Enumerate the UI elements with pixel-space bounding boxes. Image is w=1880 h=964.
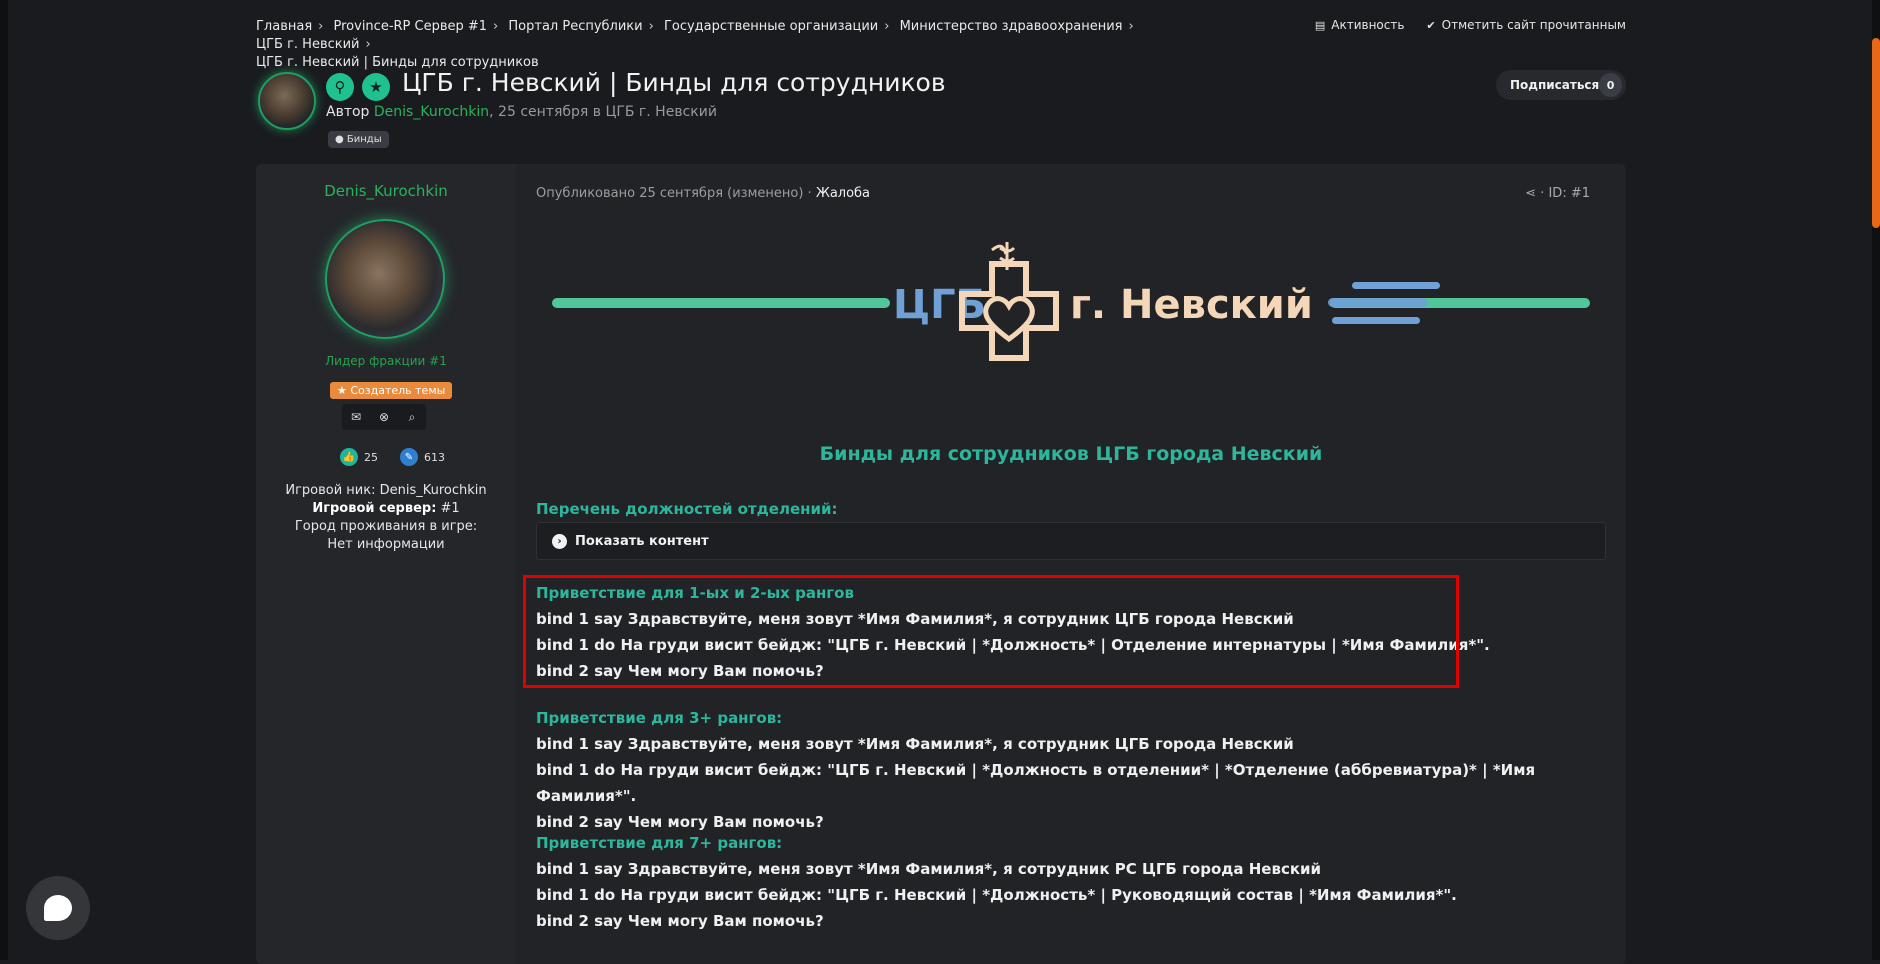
search-icon[interactable]: ⌕ <box>398 404 426 430</box>
check-icon: ✔ <box>1426 19 1436 32</box>
author-stats: 👍 25 ✎ 613 <box>340 448 445 466</box>
author-rank: Лидер фракции #1 <box>325 354 447 368</box>
breadcrumb-server[interactable]: Province-RP Сервер #1 <box>334 19 488 34</box>
creator-label: Создатель темы <box>350 384 446 397</box>
likes-count: 25 <box>364 450 378 464</box>
bind-line: bind 2 say Чем могу Вам помочь? <box>536 912 824 930</box>
chevron-right-icon: › <box>318 19 324 34</box>
breadcrumb-home[interactable]: Главная <box>256 19 312 34</box>
logo-text-left: ЦГБ <box>893 282 986 328</box>
subscribe-count: 0 <box>1599 73 1622 97</box>
chat-launcher-button[interactable] <box>26 876 90 940</box>
chevron-right-icon: › <box>1128 19 1134 34</box>
topic-date: , 25 сентября в ЦГБ г. Невский <box>489 104 717 120</box>
logo-stripe-blue-bottom <box>1332 317 1420 324</box>
top-actions: ▤ Активность ✔ Отметить сайт прочитанным <box>1315 18 1626 32</box>
author-label: Автор <box>326 104 370 120</box>
breadcrumb-ministry[interactable]: Министерство здравоохранения <box>900 19 1123 34</box>
info-server: Игровой сервер: #1 <box>284 500 488 518</box>
mark-read-label: Отметить сайт прочитанным <box>1441 18 1626 32</box>
positions-heading: Перечень должностей отделений: <box>536 500 838 518</box>
topic-author-link[interactable]: Denis_Kurochkin <box>374 104 489 120</box>
activity-icon: ▤ <box>1314 19 1326 32</box>
subscribe-label: Подписаться <box>1510 78 1600 92</box>
star-icon: ★ <box>362 73 390 101</box>
scrollbar-thumb[interactable] <box>1872 38 1880 228</box>
breadcrumb-portal[interactable]: Портал Республики <box>508 19 642 34</box>
mark-read-link[interactable]: ✔ Отметить сайт прочитанным <box>1426 18 1626 32</box>
topic-tag[interactable]: ● Бинды <box>328 131 389 148</box>
chevron-right-icon: › <box>493 19 499 34</box>
chevron-right-icon: › <box>648 19 654 34</box>
info-nick: Игровой ник: Denis_Kurochkin <box>285 483 487 498</box>
bind-line: bind 1 say Здравствуйте, меня зовут *Имя… <box>536 735 1294 753</box>
post-date: Опубликовано 25 сентября (изменено) · <box>536 186 816 201</box>
logo-stripe-blue-top <box>1352 282 1440 289</box>
breadcrumb-hospital[interactable]: ЦГБ г. Невский <box>256 37 360 52</box>
hospital-logo: ЦГБ г. Невский <box>552 242 1590 361</box>
like-icon: 👍 <box>340 448 358 466</box>
bind-group-3: Приветствие для 7+ рангов: bind 1 say Зд… <box>536 830 1457 934</box>
activity-label: Активность <box>1331 18 1405 32</box>
post-meta: Опубликовано 25 сентября (изменено) · Жа… <box>536 186 870 201</box>
author-name[interactable]: Denis_Kurochkin <box>256 182 516 200</box>
bind-line: bind 1 say Здравствуйте, меня зовут *Имя… <box>536 860 1322 878</box>
logo-stripe-left <box>552 298 890 308</box>
report-link[interactable]: Жалоба <box>816 186 870 201</box>
bind-line: bind 1 do На груди висит бейдж: "ЦГБ г. … <box>536 761 1536 805</box>
spoiler-label: Показать контент <box>575 533 709 549</box>
pin-icon: ⚲ <box>326 73 354 101</box>
author-panel: Denis_Kurochkin Лидер фракции #1 ★ Созда… <box>256 164 516 964</box>
topic-author-avatar[interactable] <box>258 72 316 130</box>
info-server-value: #1 <box>436 501 460 516</box>
posts-count: 613 <box>424 450 445 464</box>
chevron-right-icon: › <box>365 37 371 52</box>
left-edge <box>0 0 8 960</box>
bind-line: bind 1 do На груди висит бейдж: "ЦГБ г. … <box>536 886 1457 904</box>
mail-icon[interactable]: ✉ <box>342 404 370 430</box>
spoiler-toggle[interactable]: › Показать контент <box>536 522 1606 560</box>
page-title: ЦГБ г. Невский | Бинды для сотрудников <box>402 68 946 97</box>
chevron-right-icon: › <box>552 533 567 549</box>
comment-icon: ✎ <box>400 448 418 466</box>
chat-icon <box>44 895 72 921</box>
highlight-box <box>523 575 1459 688</box>
section-title: Бинды для сотрудников ЦГБ города Невский <box>819 443 1323 465</box>
bind-group-2: Приветствие для 3+ рангов: bind 1 say Зд… <box>536 705 1626 835</box>
info-server-label: Игровой сервер: <box>312 501 437 516</box>
post: Denis_Kurochkin Лидер фракции #1 ★ Созда… <box>256 164 1626 964</box>
chevron-right-icon: › <box>884 19 890 34</box>
logo-stripe-blue-mid <box>1328 298 1428 307</box>
author-avatar[interactable] <box>325 219 445 339</box>
breadcrumb: Главная › Province-RP Сервер #1 › Портал Р… <box>256 18 1156 72</box>
block-icon[interactable]: ⊗ <box>370 404 398 430</box>
creator-badge: ★ Создатель темы <box>330 382 453 399</box>
post-id-label: ID: #1 <box>1548 186 1590 201</box>
author-actions: ✉ ⊗ ⌕ <box>342 404 426 430</box>
group-heading: Приветствие для 3+ рангов: <box>536 709 783 727</box>
author-info: Игровой ник: Denis_Kurochkin Игровой сер… <box>284 482 488 554</box>
logo-text-right: г. Невский <box>1070 282 1313 328</box>
topic-meta: Автор Denis_Kurochkin, 25 сентября в ЦГБ… <box>326 104 717 120</box>
post-id[interactable]: ⋖ · ID: #1 <box>1525 186 1590 201</box>
subscribe-button[interactable]: Подписаться 0 <box>1496 70 1626 100</box>
share-icon: ⋖ <box>1525 186 1541 201</box>
group-heading: Приветствие для 7+ рангов: <box>536 834 783 852</box>
tag-label: Бинды <box>346 134 382 145</box>
activity-link[interactable]: ▤ Активность <box>1315 18 1405 32</box>
breadcrumb-gov[interactable]: Государственные организации <box>664 19 878 34</box>
info-city: Город проживания в игре: Нет информации <box>294 519 478 552</box>
